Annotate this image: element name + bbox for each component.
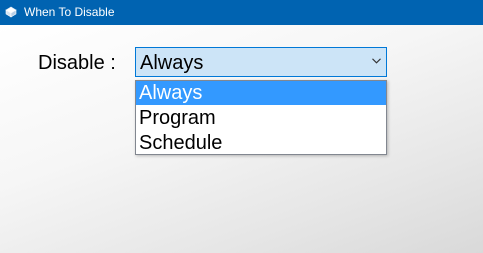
app-icon	[5, 6, 17, 18]
form-area: Disable : Always Always Program Schedule	[0, 25, 483, 253]
window: When To Disable Disable : Always Always …	[0, 0, 483, 253]
combobox-selected-value: Always	[140, 52, 204, 74]
option-program[interactable]: Program	[136, 106, 386, 130]
dropdown-list: Always Program Schedule	[135, 80, 387, 155]
chevron-down-icon[interactable]	[372, 58, 381, 64]
title-bar[interactable]: When To Disable	[0, 0, 483, 25]
disable-combobox[interactable]: Always	[135, 47, 387, 77]
option-always[interactable]: Always	[136, 81, 386, 105]
disable-label: Disable :	[38, 52, 116, 74]
window-title: When To Disable	[24, 5, 115, 19]
option-schedule[interactable]: Schedule	[136, 131, 386, 155]
